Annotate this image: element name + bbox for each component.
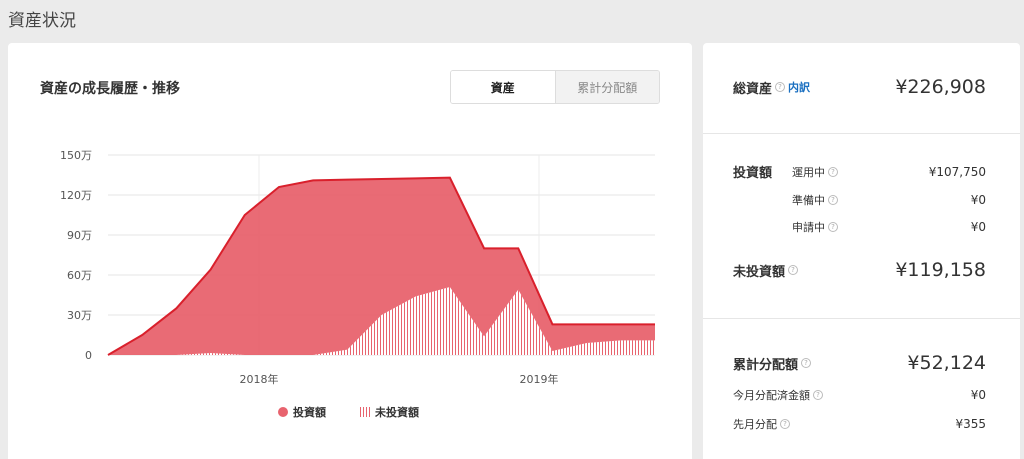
help-icon[interactable]: ? <box>828 167 838 177</box>
uninvested-value: ¥119,158 <box>895 259 986 281</box>
last-month-value: ¥355 <box>955 417 986 431</box>
y-tick-label: 90万 <box>67 229 92 242</box>
invested-row-operating: 運用中 ? ¥107,750 <box>792 164 986 180</box>
investment-section: 投資額 運用中 ? ¥107,750 準備中 ? ¥0 申請中 ? ¥0 未投資… <box>703 134 1020 319</box>
total-assets-value: ¥226,908 <box>895 76 986 98</box>
help-icon[interactable]: ? <box>828 195 838 205</box>
uninvested-label: 未投資額 <box>733 264 786 280</box>
total-assets-label: 総資産 <box>733 81 773 97</box>
legend-uninvested[interactable]: 未投資額 <box>360 404 419 420</box>
y-tick-label: 0 <box>85 349 92 362</box>
page-title: 資産状況 <box>8 11 76 31</box>
operating-label: 運用中 <box>792 166 825 179</box>
y-tick-label: 30万 <box>67 309 92 322</box>
legend-dot-invested <box>278 407 288 417</box>
total-assets-section: 総資産 ? 内訳 ¥226,908 <box>703 43 1020 134</box>
x-tick-label: 2019年 <box>520 372 559 386</box>
applying-label: 申請中 <box>792 221 825 234</box>
x-tick-label: 2018年 <box>240 372 279 386</box>
y-tick-label: 60万 <box>67 269 92 282</box>
dividend-this-month-row: 今月分配済金額 ? ¥0 <box>733 387 986 403</box>
legend-label-invested: 投資額 <box>293 406 326 419</box>
last-month-label: 先月分配 <box>733 418 777 431</box>
invested-row-preparing: 準備中 ? ¥0 <box>792 192 986 208</box>
help-icon[interactable]: ? <box>780 419 790 429</box>
preparing-value: ¥0 <box>970 193 986 207</box>
this-month-value: ¥0 <box>970 388 986 402</box>
total-assets-row: 総資産 ? 内訳 ¥226,908 <box>733 76 986 98</box>
dividend-section: 累計分配額 ? ¥52,124 今月分配済金額 ? ¥0 先月分配 ? ¥355 <box>703 319 1020 459</box>
chart-card: 資産の成長履歴・推移 資産 累計分配額 0 30万 60万 90万 120万 150万 2… <box>8 43 692 459</box>
help-icon[interactable]: ? <box>775 82 786 92</box>
invested-label: 投資額 <box>733 166 773 181</box>
operating-value: ¥107,750 <box>928 165 986 179</box>
this-month-label: 今月分配済金額 <box>733 389 810 402</box>
uninvested-row: 未投資額 ? ¥119,158 <box>733 259 986 281</box>
help-icon[interactable]: ? <box>801 358 812 368</box>
invested-row-applying: 申請中 ? ¥0 <box>792 219 986 235</box>
breakdown-link[interactable]: 内訳 <box>788 79 810 95</box>
y-tick-label: 150万 <box>60 149 92 162</box>
help-icon[interactable]: ? <box>813 390 823 400</box>
dividend-total-row: 累計分配額 ? ¥52,124 <box>733 352 986 374</box>
summary-card: 総資産 ? 内訳 ¥226,908 投資額 運用中 ? ¥107,750 準備中… <box>703 43 1020 459</box>
help-icon[interactable]: ? <box>828 222 838 232</box>
dividend-last-month-row: 先月分配 ? ¥355 <box>733 416 986 432</box>
asset-chart: 0 30万 60万 90万 120万 150万 2018年 2019年 <box>60 149 655 386</box>
legend-hatch-uninvested <box>360 407 370 417</box>
applying-value: ¥0 <box>970 220 986 234</box>
preparing-label: 準備中 <box>792 194 825 207</box>
help-icon[interactable]: ? <box>788 265 799 275</box>
dividend-total-value: ¥52,124 <box>907 352 986 374</box>
legend-invested[interactable]: 投資額 <box>278 404 326 420</box>
legend-label-uninvested: 未投資額 <box>375 406 419 419</box>
dividend-total-label: 累計分配額 <box>733 357 799 373</box>
y-tick-label: 120万 <box>60 189 92 202</box>
